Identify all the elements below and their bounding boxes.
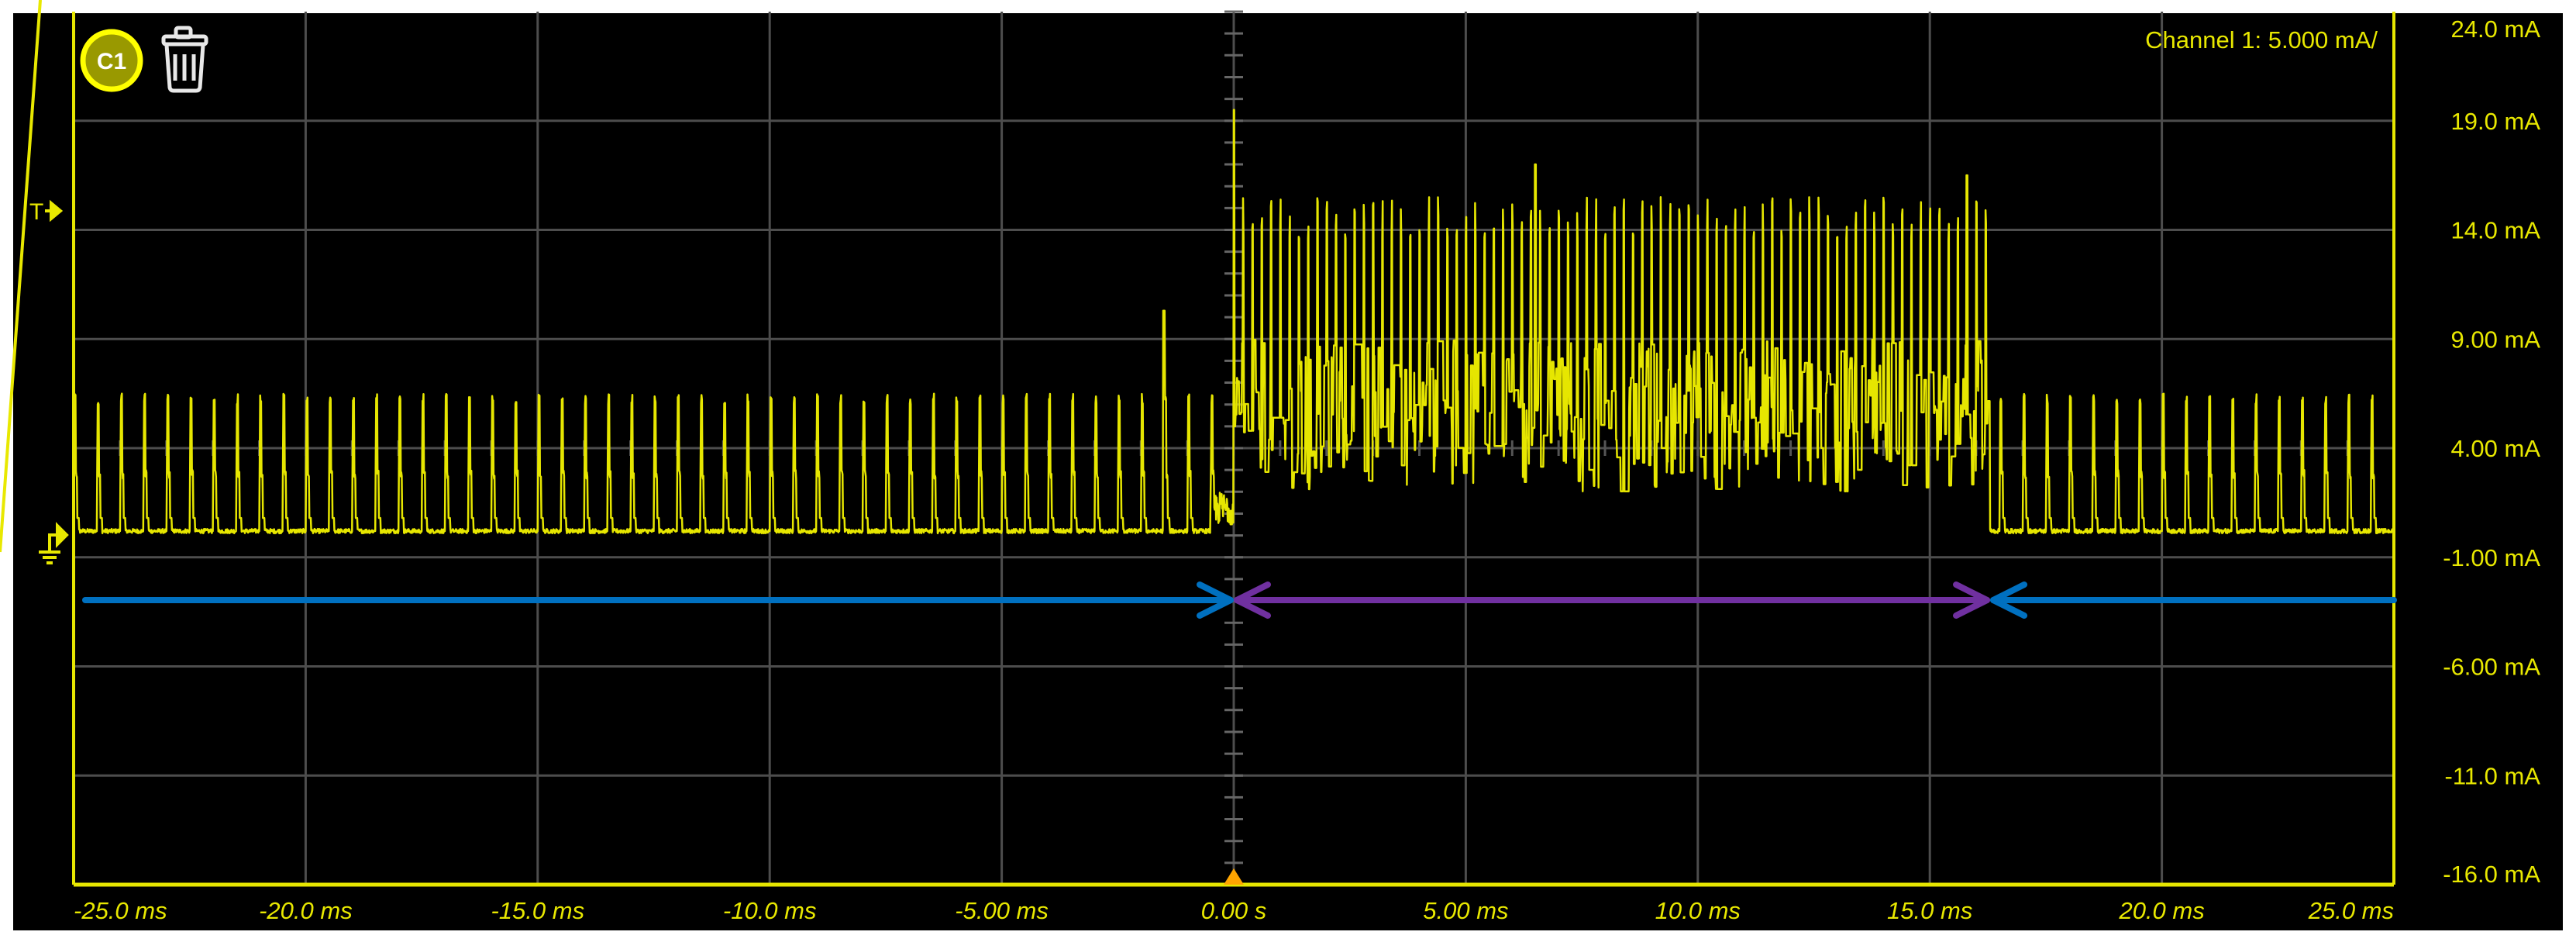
y-tick-label: -16.0 mA [2443,861,2540,888]
channel-badge-label: C1 [97,49,126,74]
x-tick-label: 5.00 ms [1423,897,1508,924]
channel-scale-label: Channel 1: 5.000 mA/ [2145,26,2378,53]
y-tick-label: 14.0 mA [2451,217,2541,244]
x-tick-label: 15.0 ms [1887,897,1972,924]
channel-1-badge[interactable]: C1 [80,29,143,92]
x-tick-label: -15.0 ms [491,897,584,924]
x-tick-label: 0.00 s [1201,897,1266,924]
display-background [13,13,2563,930]
trigger-marker-label: T [29,199,43,225]
y-tick-label: 4.00 mA [2451,435,2541,462]
y-tick-label: -11.0 mA [2445,762,2541,789]
y-tick-label: 19.0 mA [2451,108,2541,135]
y-tick-label: -6.00 mA [2443,654,2540,681]
x-tick-label: -25.0 ms [74,897,167,924]
y-tick-label: 24.0 mA [2451,16,2541,43]
x-tick-label: -10.0 ms [723,897,817,924]
y-tick-label: -1.00 mA [2443,544,2540,571]
x-tick-label: -20.0 ms [259,897,353,924]
x-tick-label: 25.0 ms [2308,897,2394,924]
oscilloscope-display: 24.0 mA 19.0 mA 14.0 mA 9.00 mA 4.00 mA -1.00… [0,0,2563,930]
y-tick-label: 9.00 mA [2451,326,2541,353]
x-tick-label: 20.0 ms [2118,897,2204,924]
x-tick-label: 10.0 ms [1655,897,1741,924]
x-tick-label: -5.00 ms [955,897,1049,924]
